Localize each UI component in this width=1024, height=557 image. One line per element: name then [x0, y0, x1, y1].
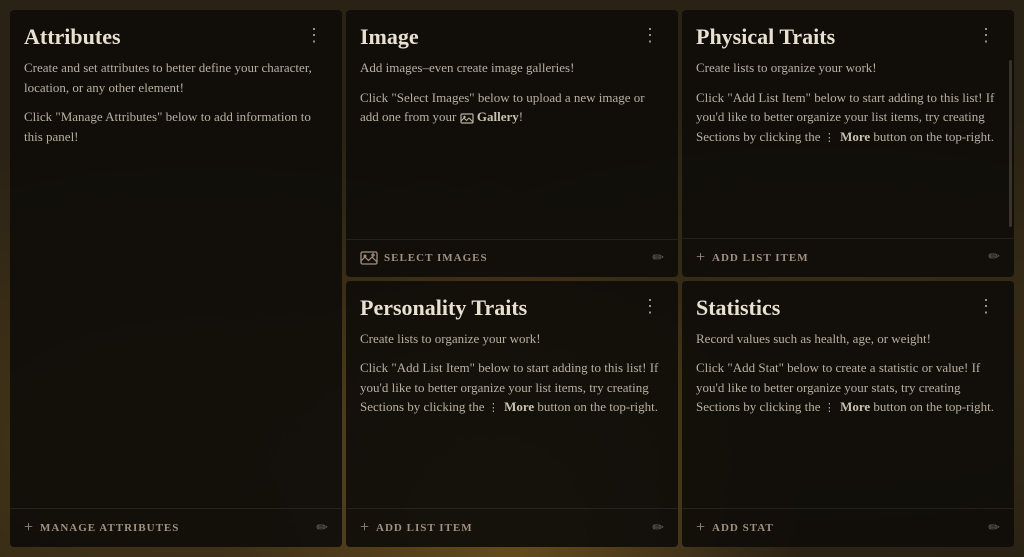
more-label: More: [504, 399, 534, 414]
card-attributes-footer: + MANAGE ATTRIBUTES ✏: [10, 508, 342, 547]
card-attributes-text2: Click "Manage Attributes" below to add i…: [24, 107, 328, 146]
card-physical-traits: Physical Traits ⋮ Create lists to organi…: [682, 10, 1014, 277]
card-statistics-menu[interactable]: ⋮: [973, 295, 1000, 317]
card-image-text1: Add images–even create image galleries!: [360, 58, 664, 78]
card-personality-traits-body: Create lists to organize your work! Clic…: [346, 329, 678, 508]
dashboard-grid: Attributes ⋮ Create and set attributes t…: [0, 0, 1024, 557]
card-image-menu[interactable]: ⋮: [637, 24, 664, 46]
card-physical-traits-text2: Click "Add List Item" below to start add…: [696, 88, 1000, 147]
card-physical-traits-title: Physical Traits: [696, 24, 835, 50]
card-image-footer: SELECT IMAGES ✏: [346, 239, 678, 277]
more-label: More: [840, 399, 870, 414]
card-attributes-text1: Create and set attributes to better defi…: [24, 58, 328, 97]
plus-icon: +: [696, 519, 706, 537]
card-statistics-body: Record values such as health, age, or we…: [682, 329, 1014, 508]
plus-icon: +: [24, 519, 34, 537]
card-attributes-header: Attributes ⋮: [10, 10, 342, 58]
card-personality-traits: Personality Traits ⋮ Create lists to org…: [346, 281, 678, 548]
add-list-item-personality-label: ADD LIST ITEM: [376, 522, 473, 534]
card-attributes-body: Create and set attributes to better defi…: [10, 58, 342, 508]
manage-attributes-button[interactable]: + MANAGE ATTRIBUTES: [24, 519, 179, 537]
card-image: Image ⋮ Add images–even create image gal…: [346, 10, 678, 277]
edit-icon[interactable]: ✏: [652, 520, 664, 537]
edit-icon[interactable]: ✏: [316, 520, 328, 537]
plus-icon: +: [360, 519, 370, 537]
card-personality-traits-text1: Create lists to organize your work!: [360, 329, 664, 349]
card-physical-traits-footer: + ADD LIST ITEM ✏: [682, 238, 1014, 277]
select-images-button[interactable]: SELECT IMAGES: [360, 251, 488, 265]
card-physical-traits-body: Create lists to organize your work! Clic…: [682, 58, 1014, 237]
manage-attributes-label: MANAGE ATTRIBUTES: [40, 522, 179, 534]
card-personality-traits-title: Personality Traits: [360, 295, 527, 321]
card-physical-traits-header: Physical Traits ⋮: [682, 10, 1014, 58]
select-images-label: SELECT IMAGES: [384, 252, 488, 264]
edit-icon[interactable]: ✏: [988, 249, 1000, 266]
gallery-icon: [460, 113, 474, 124]
more-dots-inline: ⋮: [488, 400, 501, 417]
more-dots-inline: ⋮: [824, 400, 837, 417]
card-physical-traits-text1: Create lists to organize your work!: [696, 58, 1000, 78]
edit-icon[interactable]: ✏: [652, 250, 664, 267]
card-image-body: Add images–even create image galleries! …: [346, 58, 678, 238]
add-list-item-physical-label: ADD LIST ITEM: [712, 252, 809, 264]
card-statistics-text1: Record values such as health, age, or we…: [696, 329, 1000, 349]
plus-icon: +: [696, 249, 706, 267]
card-image-text2: Click "Select Images" below to upload a …: [360, 88, 664, 127]
card-personality-traits-menu[interactable]: ⋮: [637, 295, 664, 317]
card-attributes: Attributes ⋮ Create and set attributes t…: [10, 10, 342, 547]
card-statistics-header: Statistics ⋮: [682, 281, 1014, 329]
card-statistics-footer: + ADD STAT ✏: [682, 508, 1014, 547]
card-physical-traits-menu[interactable]: ⋮: [973, 24, 1000, 46]
more-dots-inline: ⋮: [824, 130, 837, 147]
gallery-label: Gallery: [477, 109, 519, 124]
card-image-title: Image: [360, 24, 419, 50]
card-personality-traits-header: Personality Traits ⋮: [346, 281, 678, 329]
add-stat-button[interactable]: + ADD STAT: [696, 519, 774, 537]
add-stat-label: ADD STAT: [712, 522, 774, 534]
select-images-icon: [360, 251, 378, 265]
card-attributes-menu[interactable]: ⋮: [301, 24, 328, 46]
add-list-item-personality-button[interactable]: + ADD LIST ITEM: [360, 519, 473, 537]
card-statistics-text2: Click "Add Stat" below to create a stati…: [696, 358, 1000, 417]
add-list-item-physical-button[interactable]: + ADD LIST ITEM: [696, 249, 809, 267]
card-statistics-title: Statistics: [696, 295, 780, 321]
more-label: More: [840, 129, 870, 144]
card-personality-traits-footer: + ADD LIST ITEM ✏: [346, 508, 678, 547]
card-image-header: Image ⋮: [346, 10, 678, 58]
card-personality-traits-text2: Click "Add List Item" below to start add…: [360, 358, 664, 417]
edit-icon[interactable]: ✏: [988, 520, 1000, 537]
card-attributes-title: Attributes: [24, 24, 121, 50]
scrollbar: [1009, 60, 1012, 227]
card-statistics: Statistics ⋮ Record values such as healt…: [682, 281, 1014, 548]
